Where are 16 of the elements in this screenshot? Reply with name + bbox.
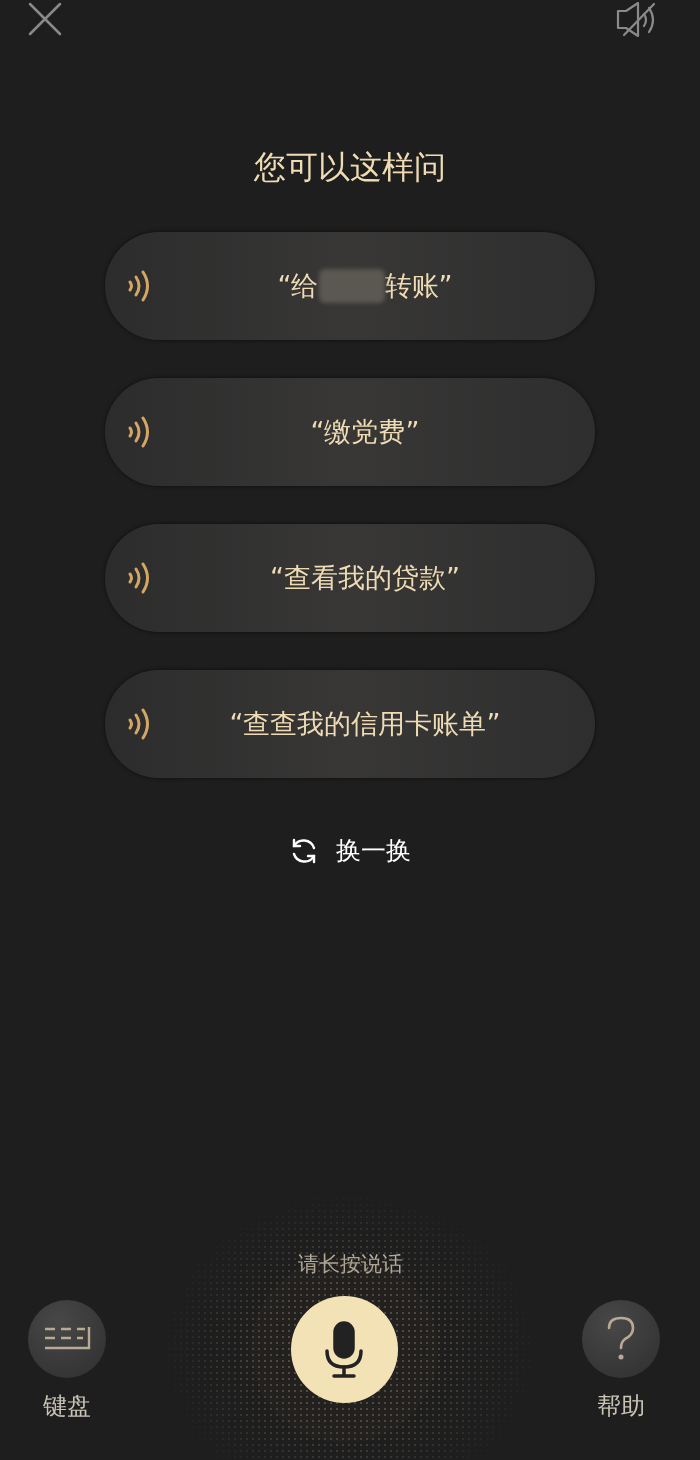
close-icon[interactable] [28, 2, 62, 36]
suggestion-text: 转账” [384, 269, 453, 303]
suggestion-text: “查看我的贷款” [270, 561, 460, 595]
hint-text: 请长按说话 [297, 1251, 403, 1278]
microphone-button[interactable] [290, 1296, 398, 1403]
suggestion-pill[interactable]: “缴党费” [105, 378, 595, 486]
prompt-title: 您可以这样问 [254, 147, 446, 188]
suggestion-pill[interactable]: “查查我的信用卡账单” [105, 670, 595, 778]
microphone-icon [324, 1320, 364, 1379]
suggestion-text: “查查我的信用卡账单” [229, 707, 501, 741]
refresh-button[interactable]: 换一换 [285, 830, 415, 871]
question-mark-icon [606, 1316, 636, 1362]
suggestion-text: “给 [277, 269, 319, 303]
suggestion-text: “缴党费” [310, 415, 420, 449]
suggestion-pill[interactable]: “给 转账” [105, 232, 595, 340]
suggestion-pill[interactable]: “查看我的贷款” [105, 524, 595, 632]
